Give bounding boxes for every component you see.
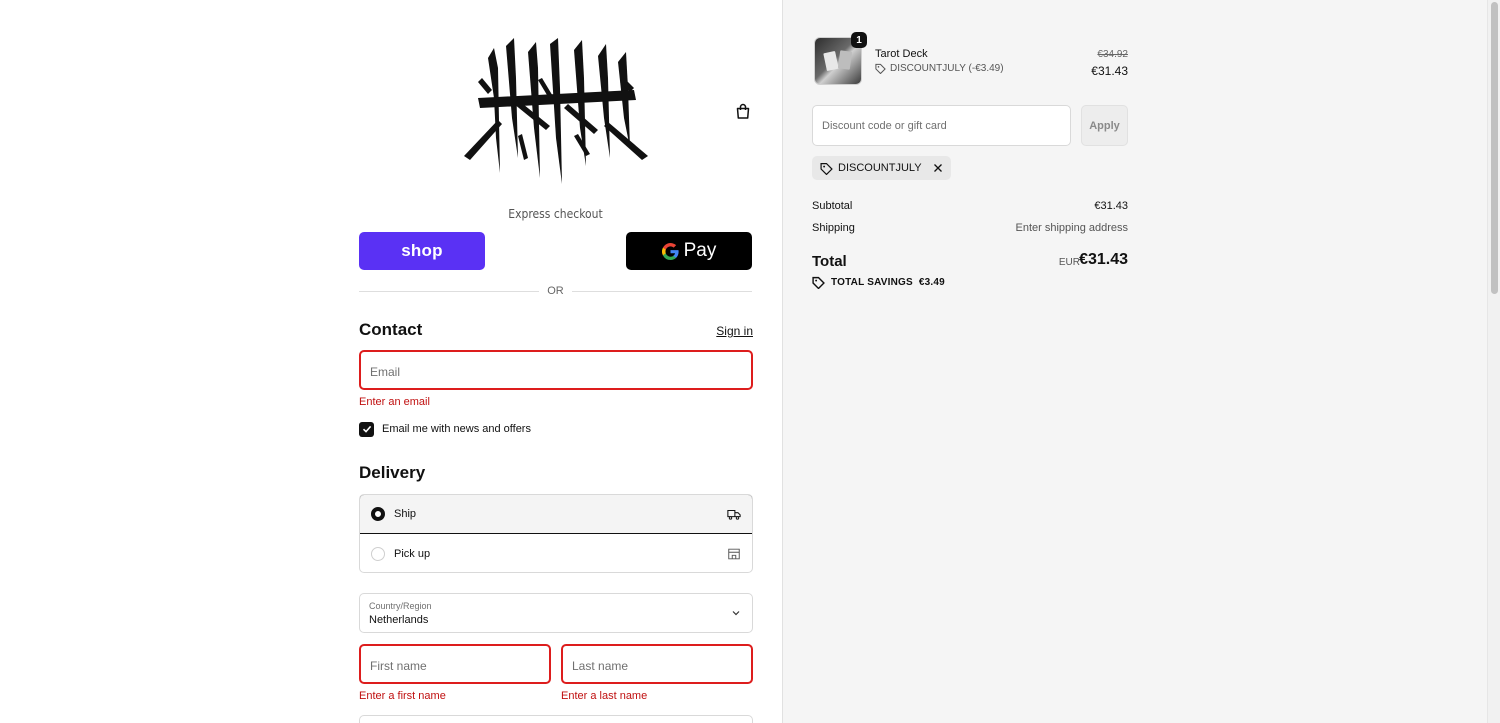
savings-label: TOTAL SAVINGS [831, 277, 913, 288]
google-pay-button[interactable]: Pay [626, 232, 752, 270]
google-g-icon [661, 242, 679, 260]
quantity-badge: 1 [851, 32, 867, 48]
tarot-card-image [837, 50, 853, 70]
total-row: Total EUR €31.43 [812, 251, 1128, 273]
delivery-heading: Delivery [359, 463, 426, 482]
page-scrollbar[interactable] [1487, 0, 1500, 723]
scrollbar-thumb[interactable] [1491, 2, 1498, 294]
subtotal-label: Subtotal [812, 200, 853, 212]
total-label: Total [812, 253, 847, 270]
store-icon [728, 548, 740, 559]
tarot-card-image [823, 50, 839, 72]
discount-code-input[interactable]: Discount code or gift card [812, 105, 1071, 146]
total-value: €31.43 [1079, 251, 1128, 268]
shipping-label: Shipping [812, 222, 855, 234]
product-name: Tarot Deck [875, 48, 928, 60]
last-name-field[interactable]: Last name [561, 644, 753, 684]
contact-heading: Contact [359, 320, 423, 339]
chevron-down-icon [732, 611, 740, 616]
brand-logo[interactable] [458, 38, 654, 184]
product-discount: DISCOUNTJULY (-€3.49) [875, 63, 1004, 74]
shipping-value: Enter shipping address [1015, 222, 1128, 234]
newsletter-row[interactable]: Email me with news and offers [359, 421, 531, 437]
total-currency: EUR [1058, 257, 1080, 268]
country-select[interactable]: Country/Region Netherlands [359, 593, 753, 633]
tag-icon [875, 63, 886, 74]
newsletter-label: Email me with news and offers [382, 423, 531, 435]
product-discount-text: DISCOUNTJULY (-€3.49) [890, 63, 1004, 74]
original-price: €34.92 [1097, 49, 1128, 60]
newsletter-checkbox[interactable] [359, 421, 374, 437]
last-name-error: Enter a last name [561, 690, 648, 702]
delivery-option-ship[interactable]: Ship [360, 495, 752, 534]
first-name-field[interactable]: First name [359, 644, 551, 684]
pickup-label: Pick up [394, 547, 431, 560]
close-icon [933, 164, 942, 172]
sign-in-link[interactable]: Sign in [700, 324, 753, 338]
email-error: Enter an email [359, 396, 430, 408]
express-checkout-label: Express checkout [508, 207, 603, 221]
tag-icon [820, 162, 833, 175]
last-name-placeholder: Last name [572, 659, 629, 673]
applied-discount-code: DISCOUNTJULY [838, 162, 922, 174]
tag-icon [812, 276, 825, 289]
discount-code-placeholder: Discount code or gift card [822, 120, 947, 132]
applied-discount-tag: DISCOUNTJULY [812, 156, 951, 180]
or-text: OR [547, 285, 564, 297]
first-name-placeholder: First name [370, 659, 427, 673]
shop-pay-button[interactable]: shop [359, 232, 485, 270]
savings-value: €3.49 [918, 277, 945, 288]
shopping-bag-icon [736, 103, 750, 119]
checkmark-icon [362, 425, 371, 433]
email-field[interactable]: Email [359, 350, 753, 390]
truck-icon [727, 509, 741, 520]
company-field[interactable] [359, 715, 753, 723]
remove-discount-button[interactable] [933, 163, 943, 173]
shipping-row: Shipping Enter shipping address [812, 222, 1128, 234]
subtotal-row: Subtotal €31.43 [812, 200, 1128, 212]
product-price: €31.43 [1091, 64, 1128, 78]
checkout-form-panel: Express checkout shop Pay OR Contact Sig… [0, 0, 782, 723]
delivery-option-pickup[interactable]: Pick up [360, 534, 752, 572]
delivery-method-group: Ship Pick up [359, 494, 753, 573]
or-divider: OR [359, 284, 752, 300]
pickup-radio[interactable] [371, 546, 385, 561]
country-label: Country/Region [369, 601, 432, 611]
ship-radio[interactable] [371, 507, 385, 521]
ship-label: Ship [394, 508, 417, 520]
cart-button[interactable] [732, 100, 754, 122]
country-value: Netherlands [369, 614, 429, 626]
shop-pay-label: shop [401, 241, 443, 260]
subtotal-value: €31.43 [1094, 200, 1128, 212]
email-placeholder: Email [370, 365, 401, 379]
total-savings: TOTAL SAVINGS €3.49 [812, 276, 945, 289]
first-name-error: Enter a first name [359, 690, 446, 702]
apply-discount-button[interactable]: Apply [1081, 105, 1128, 146]
google-pay-label: Pay [683, 240, 717, 261]
